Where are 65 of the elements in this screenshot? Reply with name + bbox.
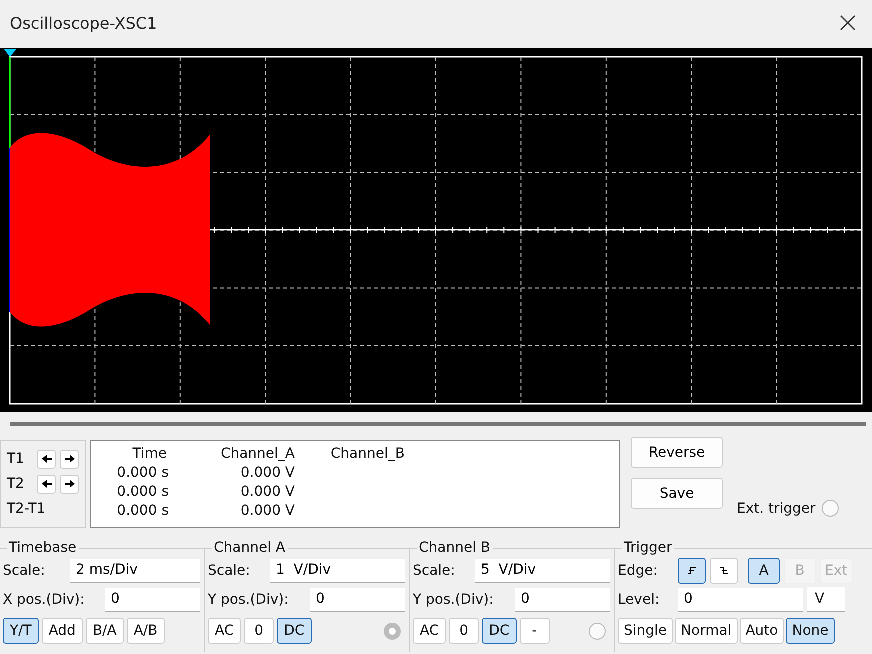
mode-button[interactable]: B/A [86, 618, 124, 644]
scale-field[interactable]: 1 V/Div [270, 558, 405, 582]
ext-trigger-label: Ext. trigger [737, 500, 816, 516]
mode-button[interactable]: Add [42, 618, 83, 644]
field-label: Scale: [208, 562, 250, 578]
left-arrow-button[interactable] [37, 474, 56, 494]
right-arrow-button[interactable] [60, 474, 79, 494]
column-header: Channel_B [330, 446, 405, 462]
coupling-button[interactable]: 0 [449, 618, 480, 644]
field-label: Scale: [413, 562, 456, 578]
field-label: Level: [618, 592, 661, 608]
group-title: Trigger [623, 540, 674, 556]
coupling-button[interactable]: 0 [244, 618, 274, 644]
source-button[interactable]: A [748, 558, 780, 584]
field-label: Y pos.(Div): [413, 592, 494, 608]
group-title: Timebase [8, 540, 78, 556]
left-arrow-icon [42, 479, 52, 489]
field-label: Y pos.(Div): [208, 592, 289, 608]
column-header: Time [132, 446, 167, 462]
position-field[interactable]: 0 [515, 588, 610, 612]
table-cell-text: 0.000 s [116, 484, 169, 500]
field-label: Scale: [3, 562, 46, 578]
ext-trigger-radio[interactable] [822, 500, 839, 517]
left-arrow-icon [42, 454, 52, 464]
trigger-mode-button[interactable]: Auto [740, 618, 784, 644]
table-cell-text: 0.000 V [240, 484, 295, 500]
falling-edge-icon [719, 566, 729, 576]
action-button[interactable]: Save [631, 478, 723, 509]
right-arrow-button[interactable] [60, 450, 79, 468]
field-label: X pos.(Div): [3, 592, 85, 608]
window-title: Oscilloscope-XSC1 [10, 14, 158, 32]
cursor-label: T2 [7, 476, 26, 492]
table-cell-text: 0.000 s [116, 464, 169, 480]
edge-button[interactable] [678, 558, 706, 584]
cursor-label: T1 [7, 451, 26, 467]
close-icon[interactable] [840, 15, 856, 31]
right-arrow-icon [64, 454, 74, 464]
left-arrow-button[interactable] [37, 450, 56, 468]
mode-button[interactable]: Y/T [3, 618, 39, 644]
unit-field[interactable]: V [807, 587, 845, 612]
cursor-label: T2-T1 [7, 501, 46, 517]
level-field[interactable]: 0 [678, 588, 803, 612]
table-cell-text: 0.000 V [240, 502, 295, 518]
scale-field[interactable]: 5 V/Div [475, 558, 610, 582]
scale-field[interactable]: 2 ms/Div [70, 558, 200, 582]
position-field[interactable]: 0 [310, 588, 405, 612]
group-title: Channel A [213, 540, 287, 556]
trigger-mode-button[interactable]: None [786, 618, 835, 644]
position-field[interactable]: 0 [105, 588, 200, 612]
table-cell-text: 0.000 V [240, 464, 295, 480]
coupling-button[interactable]: AC [208, 618, 242, 644]
rising-edge-icon [687, 566, 697, 576]
trigger-mode-button[interactable]: Single [618, 618, 674, 644]
coupling-button[interactable]: - [520, 618, 550, 644]
coupling-button[interactable]: DC [277, 618, 312, 644]
trigger-mode-button[interactable]: Normal [675, 618, 738, 644]
field-label: Edge: [618, 562, 659, 578]
action-button[interactable]: Reverse [631, 437, 723, 468]
coupling-button[interactable]: DC [482, 618, 517, 644]
column-header: Channel_A [220, 446, 295, 462]
table-cell-text: 0.000 s [116, 502, 169, 518]
mode-button[interactable]: A/B [126, 618, 165, 644]
group-title: Channel B [418, 540, 492, 556]
coupling-button[interactable]: AC [413, 618, 446, 644]
right-arrow-icon [64, 479, 74, 489]
